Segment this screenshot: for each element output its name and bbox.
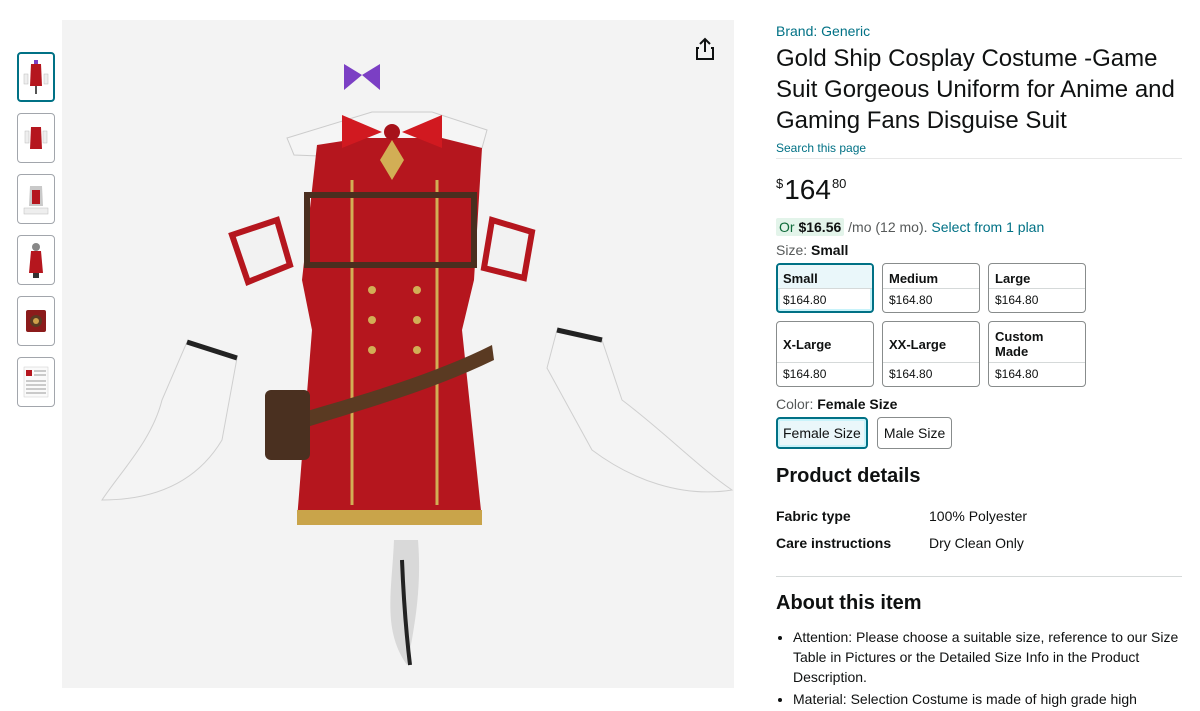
product-title: Gold Ship Cosplay Costume -Game Suit Gor…	[776, 45, 1175, 134]
select-plan-link[interactable]: Select from 1 plan	[931, 219, 1044, 235]
main-product-image[interactable]	[62, 20, 734, 688]
size-option-small[interactable]: Small $164.80	[776, 263, 874, 313]
installment-amount: $16.56	[798, 219, 842, 235]
details-key: Care instructions	[776, 534, 892, 551]
thumbnail-3[interactable]	[17, 174, 55, 224]
size-chart-thumbnail-icon	[23, 366, 49, 398]
thumbnail-5[interactable]	[17, 296, 55, 346]
size-option-price: $164.80	[883, 362, 979, 386]
product-details-table: Fabric type 100% Polyester Care instruct…	[776, 502, 1182, 556]
size-option-medium[interactable]: Medium $164.80	[882, 263, 980, 313]
product-info: Brand: Generic Gold Ship Cosplay Costume…	[776, 20, 1182, 711]
size-selected-value: Small	[811, 242, 849, 258]
size-option-x-large[interactable]: X-Large $164.80	[776, 321, 874, 387]
size-option-price: $164.80	[883, 288, 979, 312]
price-fraction: 80	[831, 176, 847, 191]
color-label: Color: Female Size	[776, 395, 1182, 413]
divider	[776, 576, 1182, 577]
costume-thumbnail-icon	[24, 127, 48, 149]
size-option-price: $164.80	[989, 288, 1085, 312]
price-symbol: $	[776, 176, 784, 191]
color-label-key: Color:	[776, 396, 814, 412]
costume-thumbnail-icon	[23, 186, 49, 215]
color-option-female-size[interactable]: Female Size	[776, 417, 868, 449]
divider	[776, 158, 1182, 159]
color-option-male-size[interactable]: Male Size	[876, 417, 953, 449]
share-button[interactable]	[692, 36, 718, 62]
thumbnail-strip	[17, 52, 57, 418]
size-label-key: Size:	[776, 242, 808, 258]
about-bullet: Attention: Please choose a suitable size…	[793, 627, 1182, 687]
thumbnail-1[interactable]	[17, 52, 55, 102]
size-option-price: $164.80	[989, 362, 1085, 386]
costume-thumbnail-icon	[29, 243, 43, 278]
details-row: Care instructions Dry Clean Only	[776, 529, 1182, 556]
details-key: Fabric type	[776, 507, 851, 524]
thumbnail-2[interactable]	[17, 113, 55, 163]
size-option-name: Custom Made	[995, 329, 1044, 359]
about-heading: About this item	[776, 592, 922, 614]
size-option-name: XX-Large	[889, 336, 947, 352]
size-option-price: $164.80	[777, 362, 873, 386]
price: $ 164 80	[776, 175, 1182, 209]
size-options: Small $164.80 Medium $164.80 Large $164.…	[776, 263, 1182, 387]
about-bullets: Attention: Please choose a suitable size…	[776, 627, 1182, 709]
details-row: Fabric type 100% Polyester	[776, 502, 1182, 529]
size-option-xx-large[interactable]: XX-Large $164.80	[882, 321, 980, 387]
color-selected-value: Female Size	[817, 396, 898, 412]
costume-thumbnail-icon	[26, 310, 46, 332]
installment-term: /mo (12 mo).	[848, 219, 928, 235]
installment-pill: Or $16.56	[776, 218, 845, 236]
details-value: Dry Clean Only	[929, 534, 1024, 551]
price-whole: 164	[784, 174, 831, 205]
thumbnail-6[interactable]	[17, 357, 55, 407]
size-option-name: Medium	[889, 270, 939, 286]
size-option-name: Large	[995, 270, 1031, 286]
product-details-heading: Product details	[776, 465, 921, 487]
about-bullet: Material: Selection Costume is made of h…	[793, 689, 1182, 709]
size-option-custom-made[interactable]: Custom Made $164.80	[988, 321, 1086, 387]
size-option-price: $164.80	[778, 288, 872, 311]
size-option-name: X-Large	[783, 336, 832, 352]
details-value: 100% Polyester	[929, 507, 1028, 524]
color-options: Female Size Male Size	[776, 417, 1182, 449]
brand-link[interactable]: Brand: Generic	[776, 22, 1182, 40]
installment-or: Or	[779, 219, 795, 235]
installment-offer: Or $16.56 /mo (12 mo). Select from 1 pla…	[776, 217, 1182, 237]
share-icon	[696, 37, 714, 60]
costume-thumbnail-icon	[23, 60, 49, 94]
search-this-page-link[interactable]: Search this page	[776, 140, 1182, 156]
size-option-large[interactable]: Large $164.80	[988, 263, 1086, 313]
size-label: Size: Small	[776, 241, 1182, 259]
costume-illustration	[101, 64, 734, 666]
size-option-name: Small	[778, 265, 872, 288]
thumbnail-4[interactable]	[17, 235, 55, 285]
